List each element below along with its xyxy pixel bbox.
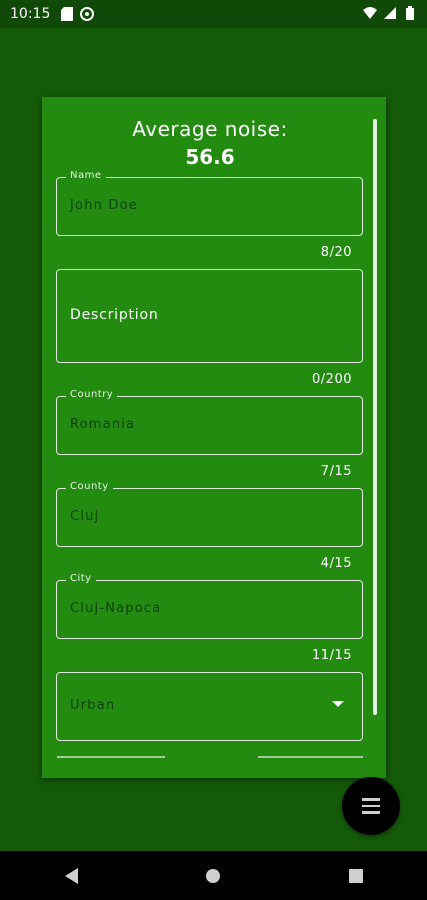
recents-button[interactable]: [336, 856, 376, 896]
navigation-bar: [0, 851, 427, 900]
country-counter: 7/15: [320, 464, 352, 479]
back-icon: [65, 867, 79, 884]
sd-card-icon: [60, 7, 74, 21]
name-field-label: Name: [66, 170, 106, 181]
sync-icon: [80, 7, 95, 21]
city-field-value: Cluj-Napoca: [70, 601, 162, 616]
average-noise-value: 56.6: [185, 145, 235, 169]
description-counter: 0/200: [312, 372, 352, 387]
status-bar: 10:15: [0, 0, 427, 28]
city-counter: 11/15: [312, 648, 352, 663]
dropdown-arrow-icon: [332, 701, 344, 707]
county-field[interactable]: County Cluj: [56, 481, 363, 547]
home-button[interactable]: [193, 856, 233, 896]
wifi-icon: [363, 6, 377, 20]
menu-fab[interactable]: [342, 777, 400, 835]
status-icons-left: [60, 7, 95, 21]
right-action-button[interactable]: [258, 756, 363, 758]
recents-icon: [348, 868, 363, 883]
menu-icon: [362, 796, 380, 816]
area-type-selected: Urban: [70, 698, 116, 713]
name-counter: 8/20: [320, 245, 352, 260]
country-field-value: Romania: [70, 417, 136, 432]
status-time: 10:15: [10, 6, 51, 22]
status-icons-right: [363, 6, 417, 20]
scrollbar[interactable]: [373, 119, 377, 715]
noise-dialog: Average noise: 56.6 Name John Doe 8/20 D…: [42, 97, 386, 778]
city-field-label: City: [66, 573, 96, 584]
description-placeholder: Description: [70, 307, 159, 323]
signal-icon: [383, 6, 397, 20]
back-button[interactable]: [51, 856, 91, 896]
description-field[interactable]: Description: [56, 269, 363, 363]
country-field-label: Country: [66, 389, 118, 400]
left-action-button[interactable]: [57, 756, 165, 758]
country-field[interactable]: Country Romania: [56, 389, 363, 455]
county-field-value: Cluj: [70, 509, 100, 524]
county-counter: 4/15: [320, 556, 352, 571]
name-field-value: John Doe: [70, 198, 138, 213]
city-field[interactable]: City Cluj-Napoca: [56, 573, 363, 639]
dialog-title: Average noise:: [132, 117, 288, 141]
home-icon: [206, 868, 221, 883]
county-field-label: County: [66, 481, 113, 492]
battery-icon: [403, 6, 417, 20]
name-field[interactable]: Name John Doe: [56, 170, 363, 236]
area-type-dropdown[interactable]: Urban: [56, 672, 363, 741]
